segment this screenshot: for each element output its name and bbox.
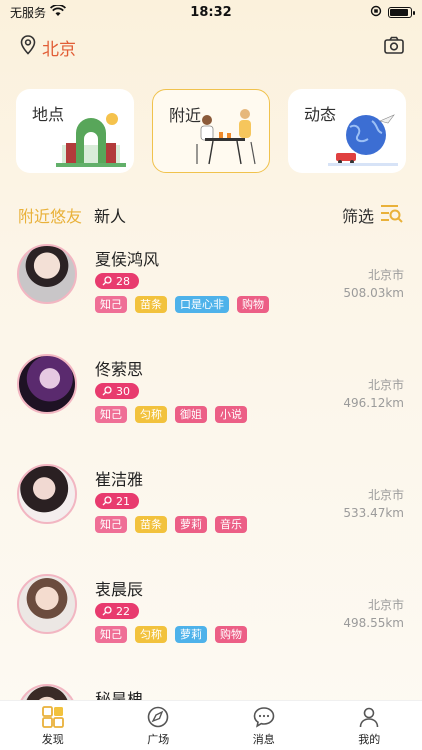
tag: 知己 [95, 406, 127, 423]
tab-label: 消息 [252, 732, 275, 746]
user-city: 北京市 [367, 268, 404, 282]
location-city: 北京 [42, 39, 76, 60]
count-badge: 30 [95, 383, 139, 399]
list-tabs: 附近悠友 新人 筛选 [18, 202, 404, 228]
status-bar: 无服务 18:32 [0, 0, 422, 24]
camera-icon[interactable] [384, 36, 404, 58]
tab-profile[interactable]: 我的 [339, 705, 399, 747]
tag: 匀称 [135, 406, 167, 423]
user-city: 北京市 [367, 378, 404, 392]
tag-list: 知己 匀称 御姐 小说 [95, 406, 247, 423]
user-icon [357, 705, 381, 729]
tag: 购物 [237, 296, 269, 313]
location-pin-icon [20, 35, 36, 59]
avatar[interactable] [17, 464, 77, 524]
user-city: 北京市 [367, 488, 404, 502]
user-distance: 508.03km [343, 286, 404, 300]
tag: 音乐 [215, 516, 247, 533]
count-value: 28 [116, 274, 130, 288]
battery-icon [388, 6, 415, 18]
tab-label: 广场 [147, 732, 170, 746]
tag-list: 知己 苗条 萝莉 音乐 [95, 516, 247, 533]
count-value: 30 [116, 384, 130, 398]
user-distance: 496.12km [343, 396, 404, 410]
search-icon [102, 386, 112, 396]
tag: 匀称 [135, 626, 167, 643]
user-distance: 533.47km [343, 506, 404, 520]
location-selector[interactable]: 北京 [20, 35, 76, 60]
compass-icon [146, 705, 170, 729]
count-value: 22 [116, 604, 130, 618]
search-icon [102, 496, 112, 506]
bottom-tab-bar: 发现 广场 消息 我的 [0, 700, 422, 750]
search-icon [102, 276, 112, 286]
count-badge: 21 [95, 493, 139, 509]
filter-label: 筛选 [341, 207, 374, 226]
people-at-table-illustration-icon [196, 109, 256, 165]
search-icon [102, 606, 112, 616]
tab-label: 发现 [41, 732, 64, 746]
category-cards: 地点 附近 动态 [16, 89, 406, 173]
count-value: 21 [116, 494, 130, 508]
user-name: 佟萦思 [95, 360, 144, 379]
user-name: 夏侯鸿风 [95, 250, 160, 269]
status-time: 18:32 [190, 4, 232, 20]
card-moments[interactable]: 动态 [288, 89, 406, 173]
avatar[interactable] [17, 574, 77, 634]
list-item[interactable]: 衷晨辰 22 知己 匀称 萝莉 购物 北京市 498.55km [0, 566, 422, 676]
globe-travel-illustration-icon [328, 114, 398, 166]
avatar[interactable] [17, 354, 77, 414]
tag-list: 知己 匀称 萝莉 购物 [95, 626, 247, 643]
carrier-label: 无服务 [10, 5, 47, 20]
tag: 购物 [215, 626, 247, 643]
user-distance: 498.55km [343, 616, 404, 630]
card-places[interactable]: 地点 [16, 89, 134, 173]
filter-button[interactable]: 筛选 [342, 203, 404, 227]
tag: 萝莉 [175, 516, 207, 533]
list-item[interactable]: 佟萦思 30 知己 匀称 御姐 小说 北京市 496.12km [0, 346, 422, 456]
tab-label: 我的 [358, 732, 381, 746]
list-item[interactable]: 崔洁雅 21 知己 苗条 萝莉 音乐 北京市 533.47km [0, 456, 422, 566]
count-badge: 28 [95, 273, 139, 289]
tag: 知己 [95, 626, 127, 643]
card-nearby[interactable]: 附近 [152, 89, 270, 173]
orientation-lock-icon [370, 5, 382, 20]
tag: 知己 [95, 296, 127, 313]
tab-square[interactable]: 广场 [128, 705, 188, 747]
tab-new[interactable]: 新人 [94, 203, 126, 227]
avatar[interactable] [17, 244, 77, 304]
tag: 苗条 [135, 296, 167, 313]
list-item[interactable]: 夏侯鸿风 28 知己 苗条 口是心非 购物 北京市 508.03km [0, 236, 422, 346]
tag: 御姐 [175, 406, 207, 423]
discover-icon [41, 705, 65, 729]
wifi-icon [50, 3, 67, 20]
tag: 小说 [215, 406, 247, 423]
building-illustration-icon [56, 113, 126, 167]
tag: 萝莉 [175, 626, 207, 643]
tab-messages[interactable]: 消息 [234, 705, 294, 747]
count-badge: 22 [95, 603, 139, 619]
tab-discover[interactable]: 发现 [23, 705, 83, 747]
user-name: 衷晨辰 [95, 580, 144, 599]
tag-list: 知己 苗条 口是心非 购物 [95, 296, 269, 313]
tag: 口是心非 [175, 296, 229, 313]
filter-icon [380, 203, 404, 227]
location-bar: 北京 [20, 34, 404, 60]
user-name: 崔洁雅 [95, 470, 144, 489]
tag: 知己 [95, 516, 127, 533]
chat-bubble-icon [252, 705, 276, 729]
user-city: 北京市 [367, 598, 404, 612]
tag: 苗条 [135, 516, 167, 533]
tab-nearby[interactable]: 附近悠友 [18, 203, 82, 227]
